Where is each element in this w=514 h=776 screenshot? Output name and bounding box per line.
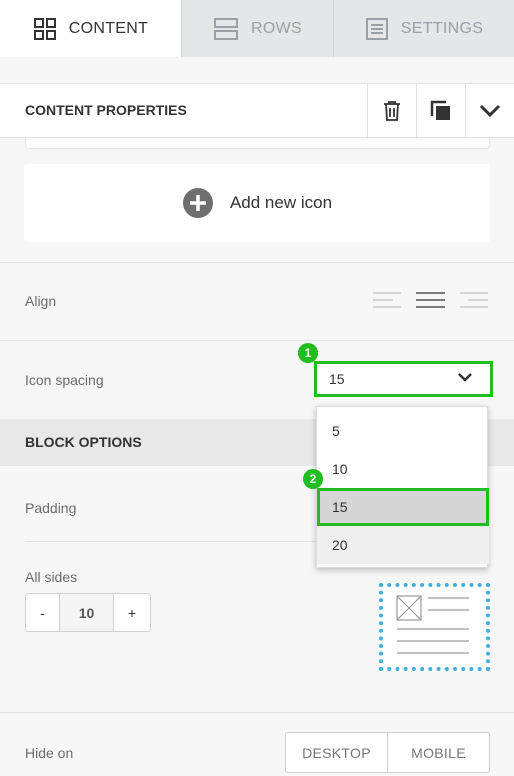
plus-circle-icon	[182, 188, 213, 218]
tab-settings[interactable]: SETTINGS	[333, 0, 514, 57]
icon-spacing-label: Icon spacing	[25, 372, 104, 388]
block-options-title: BLOCK OPTIONS	[25, 434, 142, 450]
grid-icon	[33, 17, 56, 40]
content-preview-icon	[396, 595, 469, 654]
dropdown-option-selected[interactable]: 15	[317, 488, 489, 526]
icon-spacing-value: 15	[329, 371, 345, 387]
step-badge-2: 2	[303, 469, 323, 489]
align-left-button[interactable]	[373, 290, 401, 310]
align-right-button[interactable]	[460, 290, 488, 310]
chevron-down-icon	[458, 373, 472, 382]
dropdown-option[interactable]: 5	[317, 412, 489, 450]
icon-spacing-select[interactable]: 15	[314, 361, 493, 397]
delete-button[interactable]	[367, 84, 416, 138]
divider	[0, 712, 514, 713]
collapse-button[interactable]	[465, 84, 514, 138]
header-title: CONTENT PROPERTIES	[25, 102, 187, 118]
align-label: Align	[25, 293, 57, 309]
icon-spacing-dropdown: 5 10 15 20	[316, 406, 489, 568]
icon-list-field	[25, 138, 490, 149]
tab-content-label: CONTENT	[68, 19, 149, 37]
padding-stepper: - 10 +	[25, 593, 151, 632]
decrement-button[interactable]: -	[26, 594, 59, 631]
padding-label: Padding	[25, 500, 77, 516]
tab-settings-label: SETTINGS	[400, 19, 484, 37]
hide-on-label: Hide on	[25, 745, 74, 761]
dropdown-option[interactable]: 10	[317, 450, 489, 488]
add-new-icon-button[interactable]: Add new icon	[24, 164, 490, 242]
align-right-icon	[460, 292, 488, 308]
align-left-icon	[373, 292, 401, 308]
hide-on-toggle-group: DESKTOP MOBILE	[285, 732, 490, 773]
tab-rows-label: ROWS	[251, 19, 302, 37]
padding-value[interactable]: 10	[59, 594, 114, 631]
mobile-button[interactable]: MOBILE	[387, 733, 489, 772]
trash-icon	[384, 101, 400, 121]
settings-doc-icon	[365, 17, 388, 40]
align-center-icon	[416, 292, 445, 308]
add-new-icon-label: Add new icon	[229, 193, 333, 212]
rows-icon	[214, 17, 238, 40]
duplicate-button[interactable]	[416, 84, 465, 138]
all-sides-label: All sides	[25, 569, 78, 585]
divider	[25, 541, 317, 542]
divider	[0, 262, 514, 263]
divider	[0, 340, 514, 341]
duplicate-icon	[430, 100, 450, 120]
tab-rows[interactable]: ROWS	[181, 0, 333, 57]
dropdown-option[interactable]: 20	[317, 526, 489, 564]
step-badge-1: 1	[298, 343, 318, 363]
increment-button[interactable]: +	[114, 594, 150, 631]
chevron-down-icon	[479, 104, 501, 118]
align-center-button[interactable]	[416, 290, 445, 310]
padding-preview	[379, 583, 490, 671]
content-properties-header: CONTENT PROPERTIES	[0, 83, 514, 138]
desktop-button[interactable]: DESKTOP	[286, 733, 387, 772]
tab-content[interactable]: CONTENT	[0, 0, 181, 57]
